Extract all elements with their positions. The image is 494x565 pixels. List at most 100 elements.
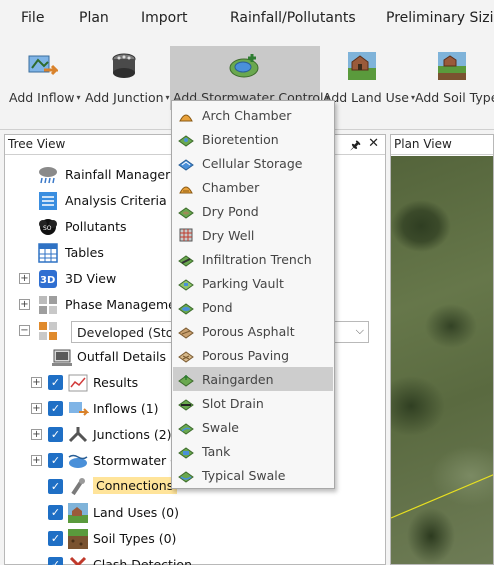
menu-item-dry-pond[interactable]: Dry Pond <box>173 199 333 223</box>
expand-toggle[interactable]: + <box>31 429 42 440</box>
pin-icon[interactable]: 🖈 <box>350 136 361 157</box>
collapse-toggle[interactable]: − <box>19 325 30 336</box>
menu-item-label: Porous Paving <box>202 348 290 363</box>
expand-toggle[interactable]: + <box>19 273 30 284</box>
tank-icon <box>178 447 194 459</box>
plan-view-pane: Plan View <box>390 134 494 565</box>
land-uses-icon <box>68 503 88 523</box>
expand-toggle[interactable]: + <box>19 299 30 310</box>
menu-preliminary-sizing[interactable]: Preliminary Sizing <box>386 10 494 26</box>
menu-item-slot-drain[interactable]: Slot Drain <box>173 391 333 415</box>
menu-rainfall-pollutants[interactable]: Rainfall/Pollutants <box>230 10 356 26</box>
arch-chamber-icon <box>179 114 193 122</box>
menu-item-tank[interactable]: Tank <box>173 439 333 463</box>
bioretention-icon <box>178 135 194 147</box>
plan-view-title: Plan View <box>394 137 452 151</box>
menu-item-label: Bioretention <box>202 132 279 147</box>
menu-item-bioretention[interactable]: Bioretention <box>173 127 333 151</box>
tree-item-land-uses[interactable]: ✓ Land Uses (0) <box>5 501 385 525</box>
results-checkbox[interactable]: ✓ <box>48 375 63 390</box>
typical-swale-icon <box>178 471 194 483</box>
menu-item-label: Dry Pond <box>202 204 259 219</box>
clash-detection-checkbox[interactable]: ✓ <box>48 557 63 565</box>
slot-drain-icon <box>178 399 194 411</box>
soil-types-checkbox[interactable]: ✓ <box>48 531 63 546</box>
menu-item-label: Cellular Storage <box>202 156 303 171</box>
phase-icon <box>39 322 57 340</box>
junctions-icon <box>68 427 88 443</box>
tree-item-label: Pollutants <box>65 219 127 234</box>
menu-item-label: Infiltration Trench <box>202 252 312 267</box>
plan-view-header: Plan View <box>391 135 493 155</box>
add-soil-type-icon <box>438 52 466 80</box>
menu-item-cellular-storage[interactable]: Cellular Storage <box>173 151 333 175</box>
add-junction-arrow[interactable]: ▾ <box>166 93 170 102</box>
expand-toggle[interactable]: + <box>31 455 42 466</box>
add-land-use-label: Add Land Use <box>323 90 409 105</box>
menu-file[interactable]: File <box>21 10 44 26</box>
clash-detection-icon <box>69 556 87 565</box>
menu-item-infiltration-trench[interactable]: Infiltration Trench <box>173 247 333 271</box>
connections-checkbox[interactable]: ✓ <box>48 479 63 494</box>
menu-item-label: Swale <box>202 420 239 435</box>
tree-item-label: Tables <box>65 245 104 260</box>
tree-item-label: Analysis Criteria <box>65 193 167 208</box>
connection-line[interactable] <box>391 156 494 565</box>
menu-item-arch-chamber[interactable]: Arch Chamber <box>173 103 333 127</box>
tree-item-clash-detection[interactable]: ✓ Clash Detection <box>5 553 385 565</box>
close-icon[interactable]: ✕ <box>368 136 379 151</box>
menu-item-label: Raingarden <box>202 372 274 387</box>
expand-toggle[interactable]: + <box>31 377 42 388</box>
junctions-checkbox[interactable]: ✓ <box>48 427 63 442</box>
soil-types-icon <box>68 529 88 549</box>
add-land-use-icon <box>348 52 376 80</box>
menu-item-pond[interactable]: Pond <box>173 295 333 319</box>
svg-text:3D: 3D <box>40 275 55 286</box>
menu-item-parking-vault[interactable]: Parking Vault <box>173 271 333 295</box>
menu-item-label: Dry Well <box>202 228 255 243</box>
dry-pond-icon <box>178 207 194 219</box>
porous-paving-icon <box>178 351 194 363</box>
menu-item-dry-well[interactable]: Dry Well <box>173 223 333 247</box>
menu-item-porous-paving[interactable]: Porous Paving <box>173 343 333 367</box>
tree-view-title: Tree View <box>8 137 66 151</box>
connections-icon <box>71 478 85 496</box>
add-soil-type-button[interactable]: Add Soil Type <box>410 46 494 110</box>
add-junction-button[interactable]: Add Junction ▾ <box>82 46 170 110</box>
land-uses-checkbox[interactable]: ✓ <box>48 505 63 520</box>
add-junction-label: Add Junction <box>85 90 164 105</box>
inflows-checkbox[interactable]: ✓ <box>48 401 63 416</box>
menu-item-label: Slot Drain <box>202 396 264 411</box>
menu-item-label: Tank <box>202 444 231 459</box>
analysis-criteria-icon <box>39 192 57 210</box>
tree-item-label: Rainfall Manager <box>65 167 171 182</box>
menu-plan[interactable]: Plan <box>79 10 109 26</box>
menu-item-raingarden[interactable]: Raingarden <box>173 367 333 391</box>
svg-text:SO: SO <box>43 225 52 232</box>
stormwater-controls-checkbox[interactable]: ✓ <box>48 453 63 468</box>
menu-import[interactable]: Import <box>141 10 187 26</box>
tree-item-soil-types[interactable]: ✓ Soil Types (0) <box>5 527 385 551</box>
stormwater-control-menu: Arch Chamber Bioretention Cellular Stora… <box>171 100 335 489</box>
add-inflow-button[interactable]: Add Inflow ▾ <box>4 46 82 110</box>
3d-view-icon: 3D <box>39 270 57 288</box>
add-inflow-arrow[interactable]: ▾ <box>77 93 81 102</box>
chevron-down-icon[interactable]: ⌵ <box>356 324 364 338</box>
tree-item-label: Clash Detection <box>93 557 192 565</box>
outfall-details-icon <box>52 349 72 366</box>
results-icon <box>68 374 88 392</box>
add-junction-icon <box>112 53 136 78</box>
pond-icon <box>178 303 194 315</box>
menu-item-label: Porous Asphalt <box>202 324 295 339</box>
menu-item-typical-swale[interactable]: Typical Swale <box>173 463 333 487</box>
add-inflow-icon <box>28 55 58 76</box>
aerial-map[interactable] <box>391 156 494 565</box>
chamber-icon <box>179 186 193 194</box>
menu-item-swale[interactable]: Swale <box>173 415 333 439</box>
menu-item-chamber[interactable]: Chamber <box>173 175 333 199</box>
menu-item-label: Pond <box>202 300 233 315</box>
menu-item-porous-asphalt[interactable]: Porous Asphalt <box>173 319 333 343</box>
raingarden-icon <box>178 375 194 387</box>
tree-item-label: Inflows (1) <box>93 401 159 416</box>
expand-toggle[interactable]: + <box>31 403 42 414</box>
